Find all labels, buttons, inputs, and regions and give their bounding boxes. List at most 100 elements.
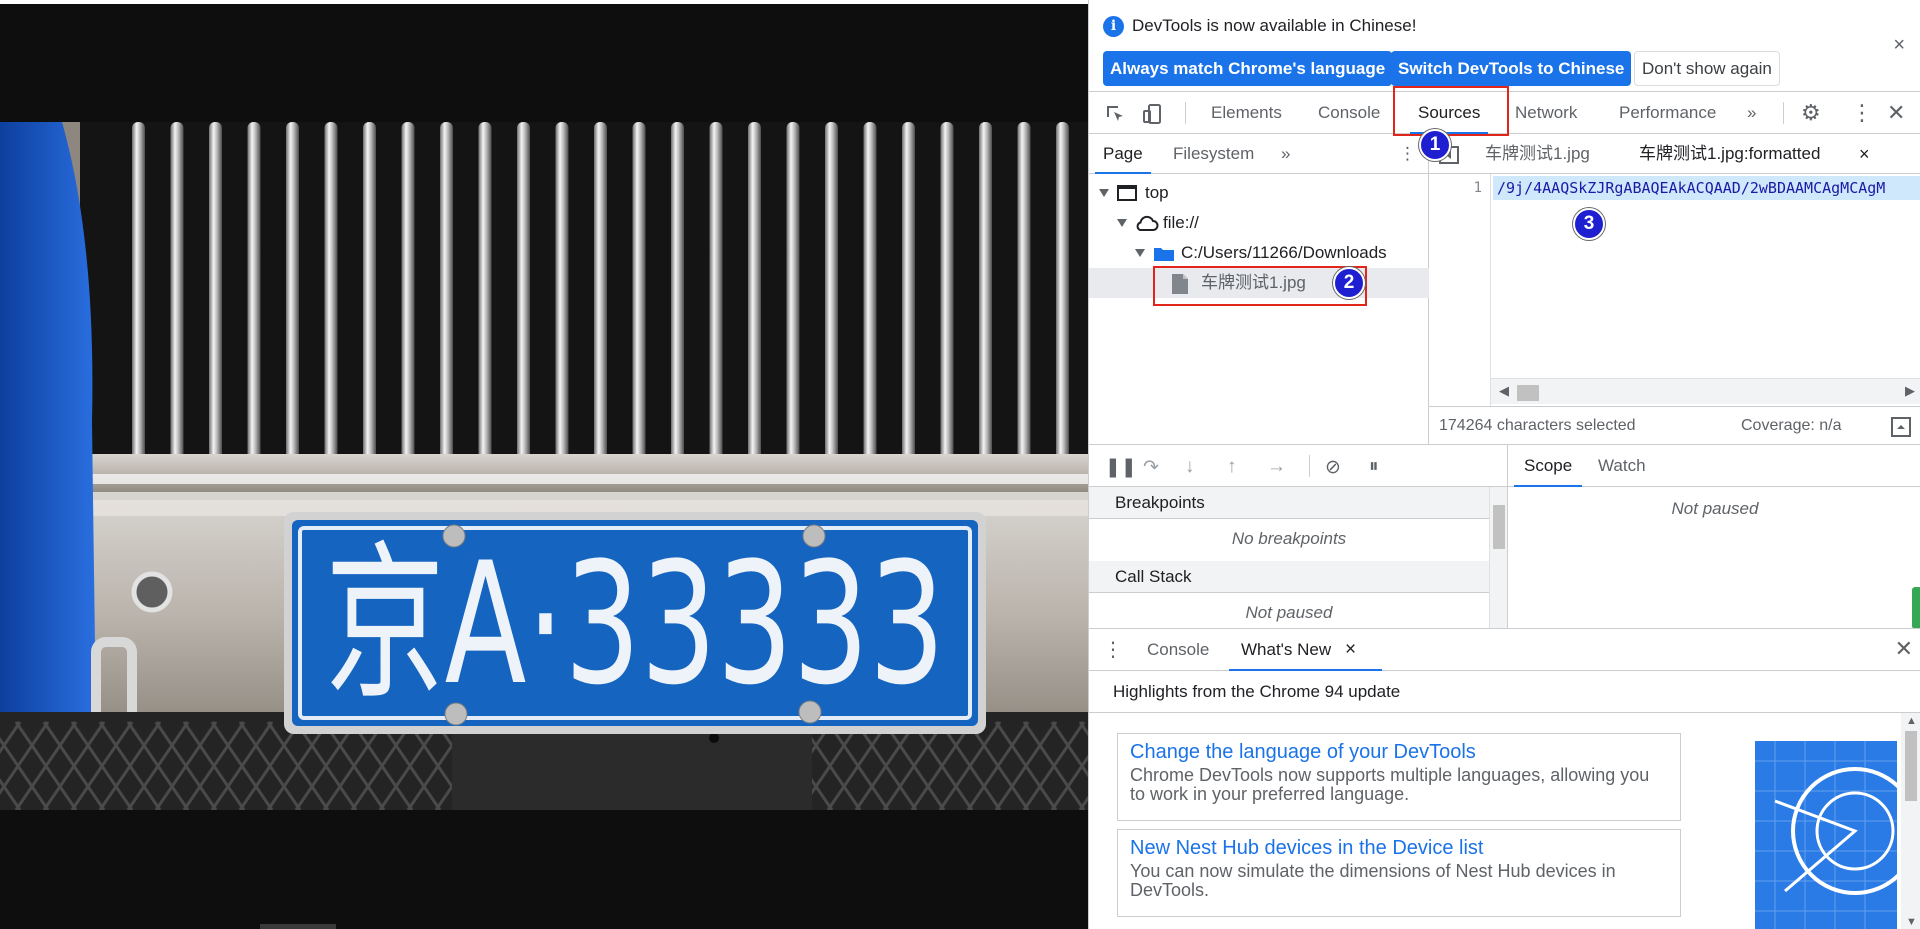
plate-text: 京A·33333 (325, 526, 945, 722)
tree-item-origin[interactable]: file:// (1089, 208, 1429, 238)
scroll-left-arrow-icon[interactable]: ◀ (1499, 383, 1509, 399)
tab-elements[interactable]: Elements (1211, 92, 1282, 134)
card-description: Chrome DevTools now supports multiple la… (1130, 765, 1650, 804)
code-line-selected[interactable]: /9j/4AAQSkZJRgABAQEAkACQAAD/2wBDAAMCAgMC… (1493, 176, 1920, 200)
editor-tab-original-file[interactable]: 车牌测试1.jpg (1485, 134, 1590, 174)
scrollbar-thumb[interactable] (1493, 505, 1505, 549)
scroll-up-arrow-icon[interactable]: ▲ (1906, 715, 1917, 727)
tab-performance[interactable]: Performance (1619, 92, 1716, 134)
debugger-toolbar: ❚❚ ↷ ↓ ↑ → ⊘ ⏸ (1089, 445, 1507, 487)
drawer-tab-whats-new[interactable]: What's New (1228, 629, 1358, 671)
step-into-icon[interactable]: ↓ (1185, 456, 1195, 478)
viewer-top-edge (0, 0, 1088, 4)
cloud-icon (1136, 215, 1159, 231)
always-match-language-button[interactable]: Always match Chrome's language (1103, 51, 1393, 86)
expand-triangle-icon (1117, 219, 1127, 227)
frame-icon (1117, 185, 1137, 201)
resize-handle[interactable] (1912, 587, 1920, 629)
editor-horizontal-scrollbar[interactable]: ◀ ▶ (1491, 378, 1920, 404)
kebab-menu-icon[interactable]: ⋮ (1851, 100, 1873, 126)
tree-item-top[interactable]: top (1089, 178, 1429, 208)
drawer-tabs: ⋮ Console What's New × ✕ (1089, 629, 1920, 671)
card-title-nest-hub[interactable]: New Nest Hub devices in the Device list (1130, 836, 1668, 860)
navigator-tab-page[interactable]: Page (1095, 134, 1151, 174)
more-tabs-chevron-icon[interactable]: » (1747, 92, 1756, 134)
whats-new-card[interactable]: Change the language of your DevTools Chr… (1117, 733, 1681, 821)
tree-label-file: 车牌测试1.jpg (1201, 273, 1306, 292)
tree-label-folder: C:/Users/11266/Downloads (1181, 243, 1387, 262)
card-title-language[interactable]: Change the language of your DevTools (1130, 740, 1668, 764)
infobar-close-icon[interactable]: × (1893, 34, 1905, 57)
pause-on-exceptions-icon[interactable]: ⏸ (1369, 456, 1379, 478)
device-toolbar-icon[interactable] (1141, 102, 1165, 126)
editor-status-bar: 174264 characters selected Coverage: n/a (1429, 406, 1920, 444)
devtools-panel: i DevTools is now available in Chinese! … (1088, 0, 1920, 929)
toolbar-separator (1783, 102, 1784, 124)
toolbar-separator (1185, 102, 1186, 124)
main-toolbar: Elements Console Sources Network Perform… (1089, 92, 1920, 134)
step-badge-2: 2 (1333, 267, 1365, 299)
step-badge-1: 1 (1419, 129, 1451, 161)
editor-tab-formatted-file[interactable]: 车牌测试1.jpg:formatted (1639, 134, 1820, 174)
sources-editor: 车牌测试1.jpg 车牌测试1.jpg:formatted × 1 /9j/4A… (1429, 134, 1920, 444)
language-infobar: i DevTools is now available in Chinese! … (1089, 0, 1920, 92)
breakpoints-title: Breakpoints (1115, 493, 1205, 512)
call-stack-empty-message: Not paused (1245, 603, 1333, 622)
tab-scope[interactable]: Scope (1513, 445, 1583, 487)
navigator-tabs: Page Filesystem » ⋮ (1089, 134, 1429, 174)
tree-item-folder[interactable]: C:/Users/11266/Downloads (1089, 238, 1429, 268)
whats-new-highlights: Highlights from the Chrome 94 update (1089, 671, 1920, 713)
scrollbar-thumb[interactable] (1517, 385, 1539, 401)
step-badge-3: 3 (1573, 208, 1605, 240)
viewer-scroll-indicator[interactable] (260, 924, 336, 929)
breakpoints-header[interactable]: Breakpoints (1089, 487, 1489, 519)
debugger-sidebar: ❚❚ ↷ ↓ ↑ → ⊘ ⏸ Breakpoints No breakpoint… (1089, 444, 1920, 629)
file-icon (1172, 274, 1188, 294)
sources-navigator: Page Filesystem » ⋮ top file:// C:/Users… (1089, 134, 1429, 444)
tab-sources[interactable]: Sources (1409, 92, 1489, 134)
close-drawer-icon[interactable]: ✕ (1895, 636, 1913, 662)
tab-network[interactable]: Network (1515, 92, 1577, 134)
scope-watch-tabs: Scope Watch (1508, 445, 1920, 487)
switch-to-chinese-button[interactable]: Switch DevTools to Chinese (1391, 51, 1632, 86)
tree-label-top: top (1145, 183, 1169, 202)
image-viewer: 京A·33333 (0, 0, 1088, 929)
dont-show-again-button[interactable]: Don't show again (1634, 51, 1780, 86)
call-stack-header[interactable]: Call Stack (1089, 561, 1489, 593)
call-stack-title: Call Stack (1115, 567, 1192, 586)
settings-gear-icon[interactable]: ⚙ (1801, 100, 1821, 126)
toggle-debugger-icon[interactable] (1891, 417, 1911, 437)
debugger-vertical-scrollbar[interactable] (1489, 487, 1507, 629)
scope-watch-pane: Scope Watch Not paused (1507, 445, 1920, 629)
tree-item-file[interactable]: 车牌测试1.jpg (1089, 268, 1429, 298)
step-over-icon[interactable]: ↷ (1143, 456, 1159, 479)
line-number-gutter: 1 (1429, 174, 1491, 406)
scroll-down-arrow-icon[interactable]: ▼ (1906, 916, 1917, 928)
toolbar-separator (1309, 455, 1310, 477)
step-icon[interactable]: → (1267, 456, 1286, 478)
drawer-vertical-scrollbar[interactable]: ▲ ▼ (1901, 713, 1920, 929)
folder-icon (1154, 248, 1174, 261)
scroll-right-arrow-icon[interactable]: ▶ (1905, 383, 1915, 399)
inspect-element-icon[interactable] (1103, 102, 1127, 126)
tab-watch[interactable]: Watch (1598, 445, 1646, 487)
navigator-menu-icon[interactable]: ⋮ (1399, 134, 1416, 174)
close-tab-icon[interactable]: × (1859, 134, 1870, 174)
close-whats-new-icon[interactable]: × (1332, 629, 1383, 671)
navigator-tab-filesystem[interactable]: Filesystem (1173, 134, 1254, 174)
deactivate-breakpoints-icon[interactable]: ⊘ (1325, 456, 1341, 479)
license-plate-photo: 京A·33333 (0, 122, 1088, 810)
expand-triangle-icon (1135, 249, 1145, 257)
editor-tabs: 车牌测试1.jpg 车牌测试1.jpg:formatted × (1429, 134, 1920, 174)
step-out-icon[interactable]: ↑ (1227, 456, 1237, 478)
whats-new-card[interactable]: New Nest Hub devices in the Device list … (1117, 829, 1681, 917)
thumbnail-graphic (1755, 741, 1897, 929)
pause-icon[interactable]: ❚❚ (1105, 456, 1137, 479)
drawer-menu-icon[interactable]: ⋮ (1103, 637, 1123, 662)
scope-status: Not paused (1671, 499, 1759, 518)
drawer-tab-console[interactable]: Console (1147, 629, 1209, 671)
tab-console[interactable]: Console (1318, 92, 1380, 134)
navigator-more-chevron-icon[interactable]: » (1281, 134, 1290, 174)
close-devtools-icon[interactable]: ✕ (1887, 100, 1905, 126)
scrollbar-thumb[interactable] (1905, 731, 1917, 801)
